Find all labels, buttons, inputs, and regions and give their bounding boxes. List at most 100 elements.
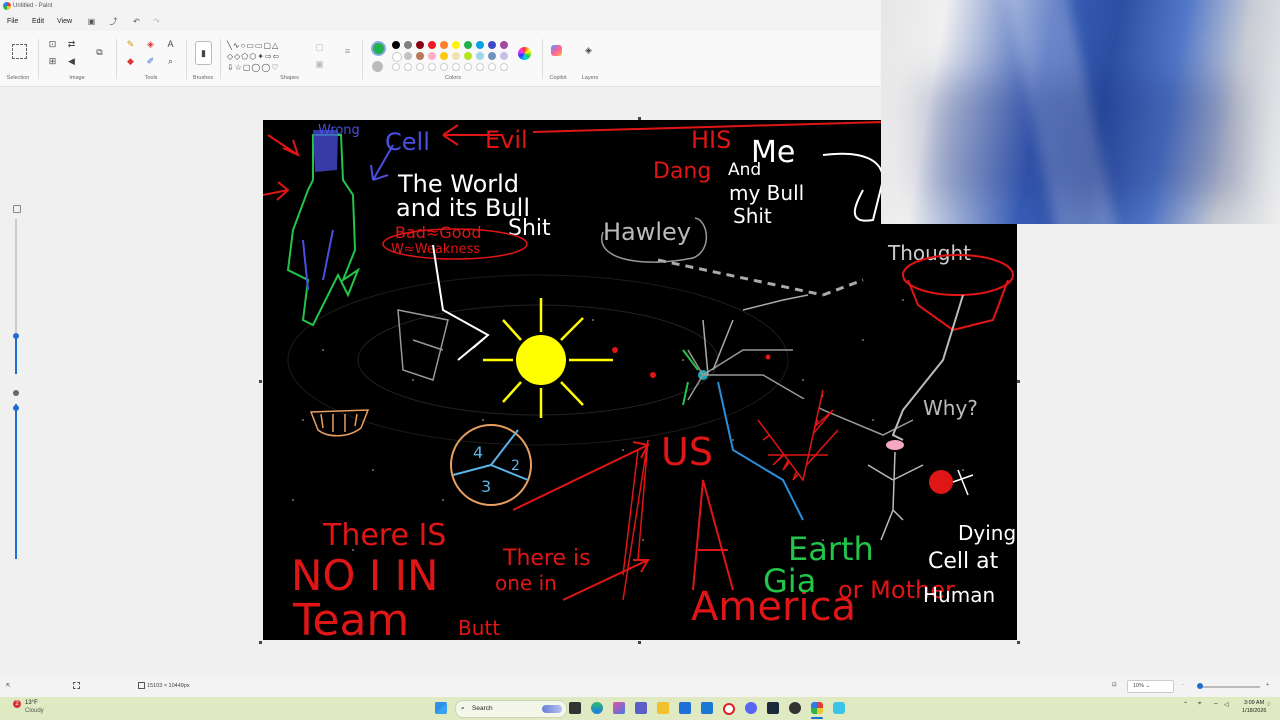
paint-taskbar-icon[interactable] xyxy=(811,702,823,714)
file-explorer-icon[interactable] xyxy=(657,702,669,714)
clock-date[interactable]: 1/18/2026 xyxy=(1242,708,1266,714)
custom-color-slot[interactable] xyxy=(488,63,496,71)
search-box[interactable]: ⌕ Search xyxy=(455,700,567,718)
eraser-icon[interactable]: ◆ xyxy=(125,56,136,67)
color-swatch[interactable] xyxy=(416,41,424,49)
color-swatch[interactable] xyxy=(440,41,448,49)
color-swatch[interactable] xyxy=(404,41,412,49)
text-tool-icon[interactable]: A xyxy=(165,39,176,50)
color-swatch[interactable] xyxy=(476,52,484,60)
color-swatch[interactable] xyxy=(392,52,402,62)
brush-size-slider[interactable] xyxy=(10,205,22,375)
custom-color-slot[interactable] xyxy=(440,63,448,71)
redo-icon[interactable]: ↷ xyxy=(152,17,161,26)
canvas-resize-handle[interactable] xyxy=(1017,641,1020,644)
notification-bell-icon[interactable]: ♢ xyxy=(1266,701,1271,708)
custom-color-slot[interactable] xyxy=(404,63,412,71)
secondary-color-swatch[interactable] xyxy=(372,61,383,72)
fit-to-window-icon[interactable]: ⊡ xyxy=(1112,682,1117,688)
fill-icon[interactable]: ◈ xyxy=(145,39,156,50)
weather-widget[interactable]: 2 xyxy=(10,700,24,714)
tray-chevron-icon[interactable]: ⌃ xyxy=(1183,701,1188,708)
text-gia: Gia xyxy=(763,562,816,600)
text-shit-2: Shit xyxy=(733,204,772,228)
zoom-slider-thumb[interactable] xyxy=(1197,683,1203,689)
color-swatch[interactable] xyxy=(452,41,460,49)
custom-color-slot[interactable] xyxy=(500,63,508,71)
color-swatch[interactable] xyxy=(500,52,508,60)
menu-view[interactable]: View xyxy=(57,14,72,30)
start-icon[interactable] xyxy=(435,702,447,714)
save-icon[interactable]: ▣ xyxy=(87,17,96,26)
color-swatch[interactable] xyxy=(488,52,496,60)
opera-icon[interactable] xyxy=(723,703,735,715)
text-dang: Dang xyxy=(653,159,711,184)
color-swatch[interactable] xyxy=(464,41,472,49)
active-app-indicator xyxy=(811,717,823,719)
layers-icon[interactable]: ◈ xyxy=(583,45,594,56)
share-icon[interactable]: ⤴ xyxy=(109,17,118,26)
zoom-in-icon[interactable]: + xyxy=(1266,682,1269,688)
color-swatch[interactable] xyxy=(404,52,412,60)
brush-size-thumb[interactable] xyxy=(13,333,19,339)
custom-color-slot[interactable] xyxy=(464,63,472,71)
wifi-icon[interactable]: ⌔ xyxy=(1213,701,1219,709)
menu-edit[interactable]: Edit xyxy=(32,14,44,30)
selection-icon[interactable] xyxy=(12,44,27,59)
select-all-icon[interactable]: ⊞ xyxy=(47,56,58,67)
discord-icon[interactable] xyxy=(745,702,757,714)
clock-time[interactable]: 3:09 AM xyxy=(1244,700,1264,706)
color-picker-icon[interactable]: ✐ xyxy=(145,56,156,67)
undo-icon[interactable]: ↶ xyxy=(132,17,141,26)
opacity-slider[interactable] xyxy=(10,390,22,560)
outline-icon[interactable]: ▢ xyxy=(314,42,325,53)
color-swatch[interactable] xyxy=(452,52,460,60)
steam-icon[interactable] xyxy=(767,702,779,714)
magnifier-icon[interactable]: ⌕ xyxy=(165,56,176,67)
shapes-gallery[interactable]: ╲∿○▭▭▢△ ◇◇⬠⬡✦⇨⇦ ⇩☆▢◯◯♡ xyxy=(227,40,303,78)
paint-app-icon xyxy=(3,2,11,10)
zoom-dropdown[interactable]: 10% ⌄ xyxy=(1127,680,1174,693)
color-swatch[interactable] xyxy=(428,41,436,49)
stroke-size-icon[interactable]: ≡ xyxy=(342,46,353,57)
image-options-icon[interactable]: ⧉ xyxy=(94,47,105,58)
location-icon[interactable]: ⌖ xyxy=(1198,701,1201,708)
color-swatch[interactable] xyxy=(440,52,448,60)
edge-icon[interactable] xyxy=(591,702,603,714)
color-swatch[interactable] xyxy=(500,41,508,49)
color-swatch[interactable] xyxy=(488,41,496,49)
menu-file[interactable]: File xyxy=(7,14,18,30)
photos-icon[interactable] xyxy=(833,702,845,714)
color-swatch[interactable] xyxy=(464,52,472,60)
text-us: US xyxy=(661,430,713,474)
color-swatch[interactable] xyxy=(428,52,436,60)
store-icon[interactable] xyxy=(679,702,691,714)
copilot-icon[interactable] xyxy=(551,45,562,56)
app-icon[interactable] xyxy=(789,702,801,714)
custom-color-slot[interactable] xyxy=(416,63,424,71)
custom-color-slot[interactable] xyxy=(428,63,436,71)
resize-icon[interactable]: ⇄ xyxy=(66,39,77,50)
outlook-icon[interactable] xyxy=(701,702,713,714)
rotate-icon[interactable]: ◀ xyxy=(66,56,77,67)
crop-icon[interactable]: ⊡ xyxy=(47,39,58,50)
color-swatch[interactable] xyxy=(392,41,400,49)
custom-color-slot[interactable] xyxy=(392,63,400,71)
volume-icon[interactable]: ◁ xyxy=(1224,701,1229,708)
brush-icon[interactable]: ▮ xyxy=(195,41,212,65)
color-swatch[interactable] xyxy=(416,52,424,60)
teams-icon[interactable] xyxy=(635,702,647,714)
pencil-icon[interactable]: ✎ xyxy=(125,39,136,50)
edit-colors-icon[interactable] xyxy=(518,47,531,60)
copilot-group: Copilot xyxy=(544,34,572,84)
task-view-icon[interactable] xyxy=(569,702,581,714)
fill-shape-icon[interactable]: ▣ xyxy=(314,59,325,70)
opacity-thumb[interactable] xyxy=(13,405,19,411)
copilot-taskbar-icon[interactable] xyxy=(613,702,625,714)
primary-color-swatch[interactable] xyxy=(371,41,386,56)
custom-color-slot[interactable] xyxy=(476,63,484,71)
zoom-out-icon[interactable]: − xyxy=(1181,682,1184,688)
custom-color-slot[interactable] xyxy=(452,63,460,71)
color-swatch[interactable] xyxy=(476,41,484,49)
zoom-slider[interactable] xyxy=(1198,686,1260,688)
